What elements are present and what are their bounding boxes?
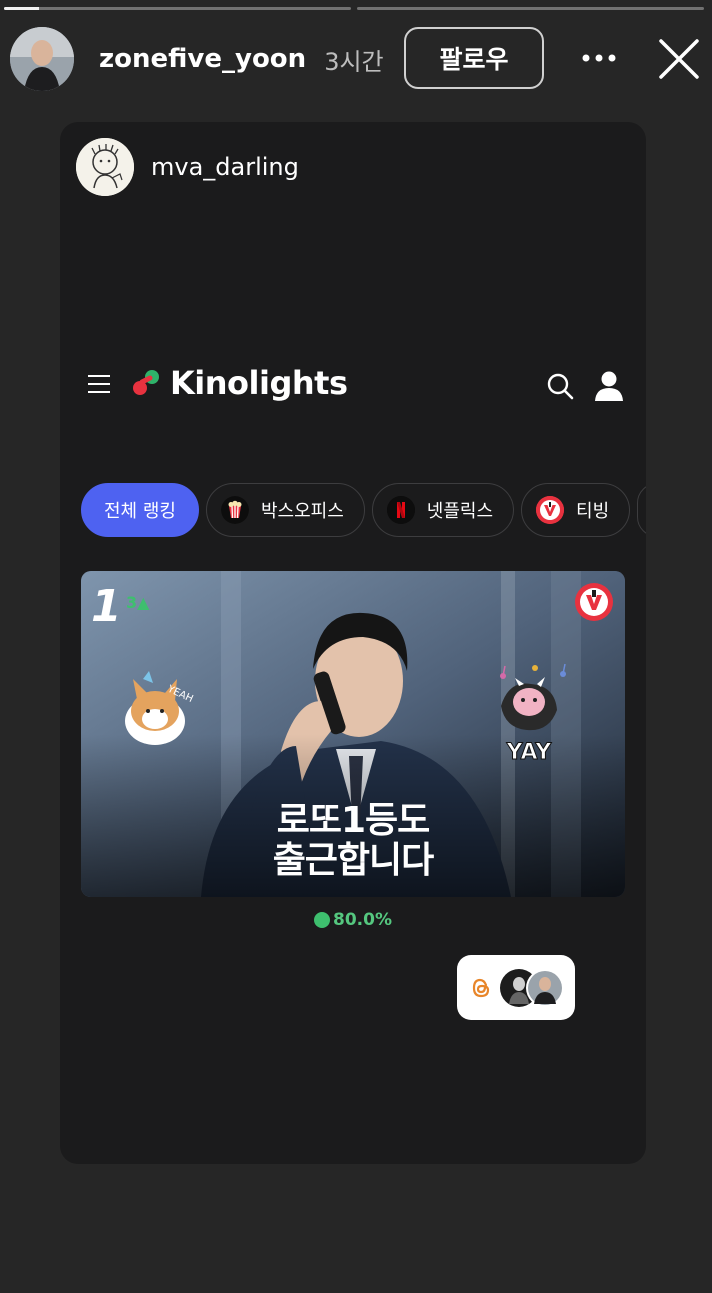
chip-label: 티빙 [576,501,610,522]
poster-title-line1: 로또1등도 [276,800,431,841]
netflix-icon [386,496,415,524]
app-bar: Kinolights [84,362,626,410]
poster-title-line2: 출근합니다 [272,840,435,881]
shared-avatar[interactable] [76,138,134,196]
chip-label: 전체 랭킹 [104,501,176,522]
close-icon[interactable] [658,38,700,80]
threads-icon [472,978,490,997]
story-username[interactable]: zonefive_yoon [99,44,306,74]
score: 80.0% [314,910,392,930]
progress-segment-2 [357,7,704,10]
kinolights-logo[interactable]: Kinolights [132,364,348,402]
chip-label: 넷플릭스 [426,501,494,522]
chip-all-ranking[interactable]: 전체 랭킹 [81,483,199,537]
search-icon[interactable] [546,372,574,400]
shared-username[interactable]: mva_darling [151,153,299,181]
story-progress [4,7,704,10]
avatar[interactable] [10,27,74,91]
threads-tag[interactable] [457,955,575,1020]
sticker-yay-text: YAY [506,740,553,765]
rank-change: 3▲ [126,593,150,612]
tving-icon [575,583,613,621]
shared-post-header: mva_darling [76,138,299,196]
chip-box-office[interactable]: 박스오피스 [205,483,365,537]
more-options-icon[interactable] [576,40,622,76]
chip-label: 박스오피스 [260,501,344,522]
chip-more[interactable] [637,483,646,537]
progress-segment-1 [4,7,351,10]
shared-post-card[interactable]: mva_darling Kinolights 전체 랭킹 박스오피스 넷플릭스 … [60,122,646,1164]
progress-fill [4,7,39,10]
poster-title: 로또1등도 출근합니다 [81,801,625,881]
kinolights-logo-icon [133,370,159,395]
ranking-card[interactable]: YEAH YAY 1 3▲ 로또1등도 출근합니다 [81,571,625,897]
popcorn-icon [220,496,249,524]
avatar-image [10,27,74,91]
rank-number: 1 [91,581,122,632]
story-header: zonefive_yoon 3시간 팔로우 [10,26,700,92]
score-value: 80.0% [333,910,392,930]
user-profile-icon[interactable] [594,370,624,402]
hamburger-menu-icon[interactable] [88,375,110,393]
logo-text: Kinolights [170,364,348,402]
chip-tving[interactable]: 티빙 [521,483,631,537]
story-time: 3시간 [324,47,384,76]
tving-icon [536,496,565,524]
category-chips: 전체 랭킹 박스오피스 넷플릭스 티빙 [81,483,646,537]
chip-netflix[interactable]: 넷플릭스 [371,483,515,537]
score-dot-icon [314,912,330,928]
follow-button[interactable]: 팔로우 [404,27,544,89]
threads-avatars [500,968,564,1007]
